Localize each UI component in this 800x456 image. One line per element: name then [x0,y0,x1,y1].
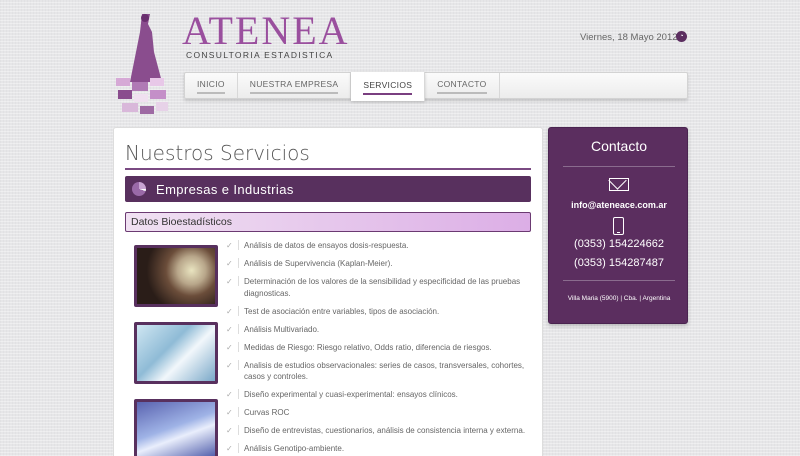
list-item-text: Medidas de Riesgo: Riesgo relativo, Odds… [244,342,492,352]
phone-icon [613,217,624,235]
logo-figure-icon [116,14,168,114]
current-date: Viernes, 18 Mayo 2012 [580,32,678,43]
list-item: ✓ Análisis Genotipo-ambiente. [226,443,536,455]
list-item-text: Análisis de datos de ensayos dosis-respu… [244,241,409,250]
header: ATENEA CONSULTORIA ESTADISTICA Viernes, … [0,0,800,120]
contact-phone-2: (0353) 154287487 [574,257,664,269]
list-item-text: Diseño experimental y cuasi-experimental… [244,390,458,399]
check-icon: ✓ [226,390,233,399]
check-icon: ✓ [226,444,233,453]
lab-petri-dish-image [134,245,218,307]
services-list: ✓ Análisis de datos de ensayos dosis-resp… [226,240,536,456]
main-nav: INICIO NUESTRA EMPRESA SERVICIOS CONTACT… [184,72,688,101]
list-item: ✓ Diseño experimental y cuasi-experimenta… [226,389,536,401]
check-icon: ✓ [226,241,233,250]
list-item-text: Analisis de estudios observacionales: se… [244,360,525,382]
list-item: ✓ Análisis de Supervivencia (Kaplan-Meier… [226,258,536,270]
nav-label: SERVICIOS [363,80,413,95]
logo-title: ATENEA [182,8,350,53]
check-icon: ✓ [226,342,233,352]
list-item-text: Curvas ROC [244,408,290,417]
list-item: ✓ Test de asociación entre variables, tip… [226,305,536,318]
sidebar-divider [563,280,675,281]
nav-label: CONTACTO [437,79,487,94]
nav-item-nuestra-empresa[interactable]: NUESTRA EMPRESA [238,73,352,98]
subsection-header: Datos Bioestadísticos [125,212,531,232]
nav-item-inicio[interactable]: INICIO [185,73,238,98]
contact-phone-1: (0353) 154224662 [574,238,664,250]
list-item: ✓ Medidas de Riesgo: Riesgo relativo, Odd… [226,341,536,354]
contact-sidebar: Contacto info@ateneace.com.ar (0353) 154… [548,127,688,324]
sidebar-title: Contacto [590,138,648,154]
list-item: ✓ Diseño de entrevistas, cuestionarios, a… [226,425,536,437]
logo[interactable]: ATENEA CONSULTORIA ESTADISTICA [182,8,350,61]
nav-label: INICIO [197,79,225,94]
sidebar-divider [563,166,675,167]
subsection-title: Datos Bioestadísticos [131,216,232,228]
list-item-text: Test de asociación entre variables, tipo… [244,306,440,316]
section-title: Empresas e Industrias [156,181,294,197]
lab-microscope-image [134,322,218,384]
list-item: ✓ Analisis de estudios observacionales: s… [226,359,536,383]
check-icon: ✓ [226,277,233,286]
list-item-text: Diseño de entrevistas, cuestionarios, an… [244,426,526,435]
contact-email-link[interactable]: info@ateneace.com.ar [549,200,689,210]
section-header: Empresas e Industrias [125,176,531,202]
nav-item-servicios[interactable]: SERVICIOS [351,72,426,101]
list-item-text: Determinación de los valores de la sensi… [244,277,521,298]
check-icon: ✓ [226,360,233,370]
pie-chart-icon [132,182,146,196]
check-icon: ✓ [226,324,233,334]
list-item-text: Análisis Genotipo-ambiente. [244,444,345,453]
check-icon: ✓ [226,408,233,417]
dna-helix-image [134,399,218,456]
envelope-icon [609,178,629,191]
nav-label: NUESTRA EMPRESA [249,79,339,94]
nav-item-contacto[interactable]: CONTACTO [425,73,500,98]
check-icon: ✓ [226,426,233,435]
main-content: Nuestros Servicios Empresas e Industrias… [113,127,543,456]
title-divider [125,168,531,170]
list-item: ✓ Curvas ROC [226,407,536,419]
logo-subtitle: CONSULTORIA ESTADISTICA [186,50,334,60]
check-icon: ✓ [226,306,233,316]
list-item: ✓ Análisis de datos de ensayos dosis-resp… [226,240,536,252]
contact-address: Villa Maria (5900) | Cba. | Argentina [567,295,671,302]
check-icon: ✓ [226,259,233,268]
list-item-text: Análisis Multivariado. [244,324,320,334]
page-title: Nuestros Servicios [125,141,310,165]
clock-icon: ◔ [676,31,687,42]
list-item: ✓ Análisis Multivariado. [226,323,536,336]
list-item: ✓ Determinación de los valores de la sens… [226,276,536,299]
list-item-text: Análisis de Supervivencia (Kaplan-Meier)… [244,259,393,268]
